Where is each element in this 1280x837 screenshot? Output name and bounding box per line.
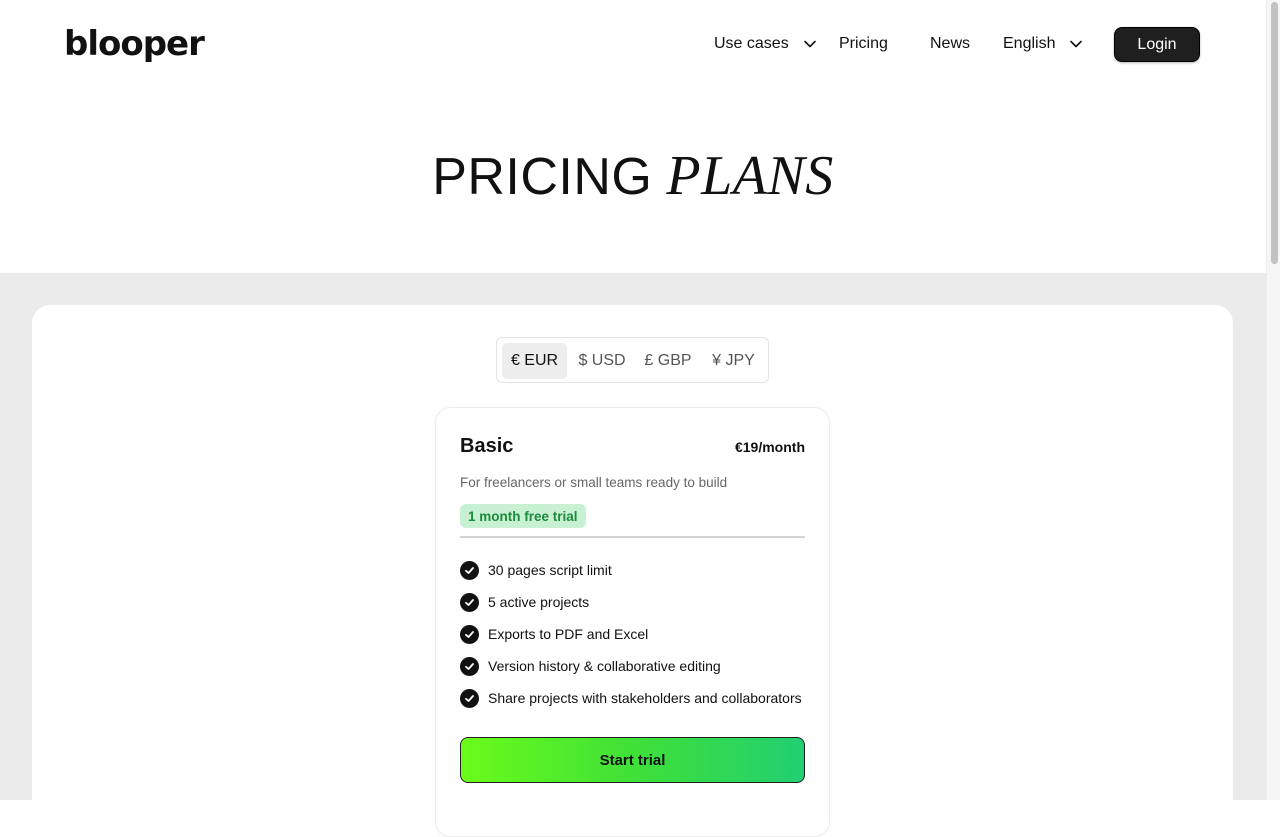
language-label: English xyxy=(1003,35,1056,52)
feature-item: Share projects with stakeholders and col… xyxy=(460,682,810,714)
feature-list: 30 pages script limit 5 active projects … xyxy=(460,554,810,714)
currency-option-eur[interactable]: € EUR xyxy=(502,343,567,379)
feature-item: 30 pages script limit xyxy=(460,554,810,586)
blooper-logo[interactable]: blooper xyxy=(64,22,205,66)
page-title-italic: PLANS xyxy=(666,145,834,207)
nav-news-label: News xyxy=(930,35,971,52)
feature-label: Version history & collaborative editing xyxy=(488,658,721,674)
plan-name: Basic xyxy=(460,435,514,457)
hero: PRICING PLANS xyxy=(0,88,1266,273)
pricing-panel: € EUR $ USD £ GBP ¥ JPY Basic €19/month … xyxy=(32,305,1233,837)
currency-switcher: € EUR $ USD £ GBP ¥ JPY xyxy=(496,337,769,383)
trial-badge: 1 month free trial xyxy=(460,504,586,528)
check-circle-icon xyxy=(460,688,479,708)
login-button[interactable]: Login xyxy=(1114,27,1200,62)
plan-description: For freelancers or small teams ready to … xyxy=(460,475,728,490)
check-circle-icon xyxy=(460,560,479,580)
feature-label: Exports to PDF and Excel xyxy=(488,626,649,642)
check-circle-icon xyxy=(460,656,479,676)
feature-item: Version history & collaborative editing xyxy=(460,650,810,682)
feature-label: 30 pages script limit xyxy=(488,562,612,578)
nav-use-cases-label: Use cases xyxy=(714,35,789,52)
currency-option-jpy[interactable]: ¥ JPY xyxy=(702,343,765,379)
language-selector[interactable]: English xyxy=(1003,27,1083,61)
plan-price: €19/month xyxy=(734,439,805,455)
page-title-plain: PRICING xyxy=(432,148,653,206)
start-trial-button[interactable]: Start trial xyxy=(460,737,805,783)
nav-pricing[interactable]: Pricing xyxy=(839,27,888,61)
pricing-section: € EUR $ USD £ GBP ¥ JPY Basic €19/month … xyxy=(0,273,1266,837)
site-header: blooper Use cases Pricing News English L… xyxy=(0,0,1266,88)
nav-news[interactable]: News xyxy=(930,27,970,61)
divider xyxy=(460,536,805,538)
feature-item: Exports to PDF and Excel xyxy=(460,618,810,650)
currency-option-usd[interactable]: $ USD xyxy=(570,343,634,379)
chevron-down-icon xyxy=(803,40,816,48)
feature-label: Share projects with stakeholders and col… xyxy=(488,690,802,706)
scrollbar-thumb[interactable] xyxy=(1271,2,1278,264)
feature-item: 5 active projects xyxy=(460,586,810,618)
chevron-down-icon xyxy=(1070,40,1083,48)
plan-card-basic: Basic €19/month For freelancers or small… xyxy=(435,407,830,837)
page-scrollbar[interactable] xyxy=(1266,0,1280,800)
feature-label: 5 active projects xyxy=(488,594,590,610)
check-circle-icon xyxy=(460,624,479,644)
currency-option-gbp[interactable]: £ GBP xyxy=(637,343,699,379)
nav-pricing-label: Pricing xyxy=(839,35,888,52)
page-title: PRICING PLANS xyxy=(432,146,834,207)
check-circle-icon xyxy=(460,592,479,612)
nav-use-cases[interactable]: Use cases xyxy=(714,27,817,61)
